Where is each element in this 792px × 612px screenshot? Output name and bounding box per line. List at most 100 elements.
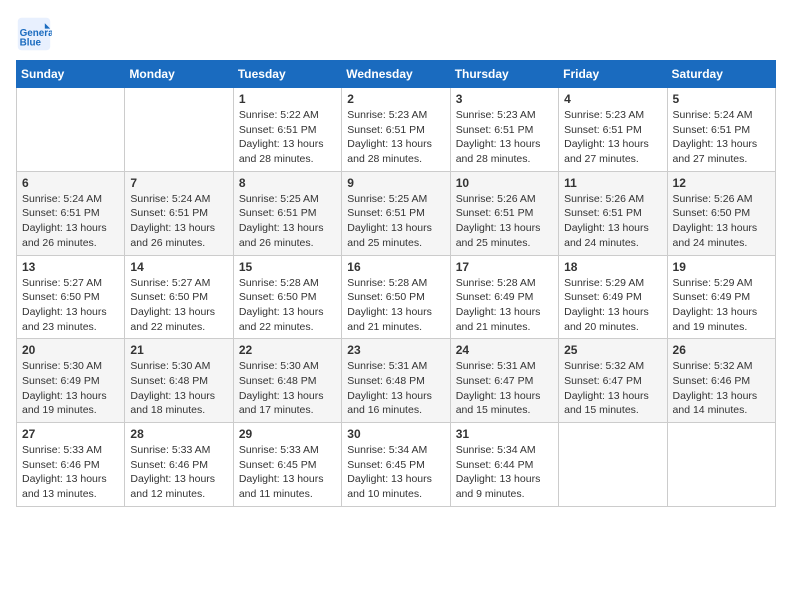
calendar-cell: 3 Sunrise: 5:23 AMSunset: 6:51 PMDaylight… [450,88,558,172]
day-number: 1 [239,92,336,106]
week-row-4: 20Sunrise: 5:30 AMSunset: 6:49 PMDayligh… [17,339,776,423]
calendar-cell: 9 Sunrise: 5:25 AMSunset: 6:51 PMDaylight… [342,171,450,255]
calendar-cell: 28 Sunrise: 5:33 AMSunset: 6:46 PMDayligh… [125,423,233,507]
day-number: 10 [456,176,553,190]
day-info: Sunrise: 5:26 AMSunset: 6:51 PMDaylight:… [456,192,553,251]
day-number: 4 [564,92,661,106]
calendar-cell: 22Sunrise: 5:30 AMSunset: 6:48 PMDayligh… [233,339,341,423]
calendar-cell: 21 Sunrise: 5:30 AMSunset: 6:48 PMDayligh… [125,339,233,423]
calendar-cell: 29 Sunrise: 5:33 AMSunset: 6:45 PMDayligh… [233,423,341,507]
day-info: Sunrise: 5:25 AMSunset: 6:51 PMDaylight:… [347,192,444,251]
day-number: 18 [564,260,661,274]
day-number: 11 [564,176,661,190]
day-number: 27 [22,427,119,441]
weekday-header-saturday: Saturday [667,61,775,88]
calendar-cell: 14 Sunrise: 5:27 AMSunset: 6:50 PMDayligh… [125,255,233,339]
calendar-cell [17,88,125,172]
day-info: Sunrise: 5:27 AMSunset: 6:50 PMDaylight:… [130,276,227,335]
day-number: 7 [130,176,227,190]
day-info: Sunrise: 5:25 AMSunset: 6:51 PMDaylight:… [239,192,336,251]
day-info: Sunrise: 5:33 AMSunset: 6:46 PMDaylight:… [22,443,119,502]
calendar-cell: 20Sunrise: 5:30 AMSunset: 6:49 PMDayligh… [17,339,125,423]
logo: General Blue [16,16,58,52]
day-info: Sunrise: 5:28 AMSunset: 6:50 PMDaylight:… [239,276,336,335]
day-info: Sunrise: 5:24 AMSunset: 6:51 PMDaylight:… [673,108,770,167]
weekday-header-sunday: Sunday [17,61,125,88]
calendar-cell [559,423,667,507]
day-info: Sunrise: 5:34 AMSunset: 6:44 PMDaylight:… [456,443,553,502]
weekday-header-row: SundayMondayTuesdayWednesdayThursdayFrid… [17,61,776,88]
day-number: 30 [347,427,444,441]
day-info: Sunrise: 5:32 AMSunset: 6:46 PMDaylight:… [673,359,770,418]
day-number: 16 [347,260,444,274]
day-info: Sunrise: 5:33 AMSunset: 6:45 PMDaylight:… [239,443,336,502]
day-number: 25 [564,343,661,357]
day-info: Sunrise: 5:33 AMSunset: 6:46 PMDaylight:… [130,443,227,502]
day-info: Sunrise: 5:29 AMSunset: 6:49 PMDaylight:… [564,276,661,335]
day-number: 8 [239,176,336,190]
calendar-table: SundayMondayTuesdayWednesdayThursdayFrid… [16,60,776,507]
week-row-1: 1 Sunrise: 5:22 AMSunset: 6:51 PMDaylight… [17,88,776,172]
day-info: Sunrise: 5:29 AMSunset: 6:49 PMDaylight:… [673,276,770,335]
day-info: Sunrise: 5:28 AMSunset: 6:49 PMDaylight:… [456,276,553,335]
day-number: 6 [22,176,119,190]
day-info: Sunrise: 5:30 AMSunset: 6:49 PMDaylight:… [22,359,119,418]
day-info: Sunrise: 5:26 AMSunset: 6:50 PMDaylight:… [673,192,770,251]
calendar-cell: 30 Sunrise: 5:34 AMSunset: 6:45 PMDayligh… [342,423,450,507]
calendar-cell: 19Sunrise: 5:29 AMSunset: 6:49 PMDayligh… [667,255,775,339]
day-number: 29 [239,427,336,441]
calendar-cell: 11 Sunrise: 5:26 AMSunset: 6:51 PMDayligh… [559,171,667,255]
calendar-cell: 10 Sunrise: 5:26 AMSunset: 6:51 PMDayligh… [450,171,558,255]
day-info: Sunrise: 5:26 AMSunset: 6:51 PMDaylight:… [564,192,661,251]
week-row-2: 6 Sunrise: 5:24 AMSunset: 6:51 PMDaylight… [17,171,776,255]
week-row-5: 27 Sunrise: 5:33 AMSunset: 6:46 PMDayligh… [17,423,776,507]
day-number: 12 [673,176,770,190]
calendar-cell: 5Sunrise: 5:24 AMSunset: 6:51 PMDaylight… [667,88,775,172]
week-row-3: 13 Sunrise: 5:27 AMSunset: 6:50 PMDayligh… [17,255,776,339]
calendar-cell: 8 Sunrise: 5:25 AMSunset: 6:51 PMDaylight… [233,171,341,255]
calendar-cell: 23 Sunrise: 5:31 AMSunset: 6:48 PMDayligh… [342,339,450,423]
day-number: 9 [347,176,444,190]
calendar-cell: 12 Sunrise: 5:26 AMSunset: 6:50 PMDayligh… [667,171,775,255]
calendar-cell: 1 Sunrise: 5:22 AMSunset: 6:51 PMDaylight… [233,88,341,172]
day-info: Sunrise: 5:23 AMSunset: 6:51 PMDaylight:… [347,108,444,167]
weekday-header-wednesday: Wednesday [342,61,450,88]
calendar-cell: 16 Sunrise: 5:28 AMSunset: 6:50 PMDayligh… [342,255,450,339]
weekday-header-thursday: Thursday [450,61,558,88]
day-info: Sunrise: 5:31 AMSunset: 6:47 PMDaylight:… [456,359,553,418]
day-number: 28 [130,427,227,441]
day-number: 14 [130,260,227,274]
day-info: Sunrise: 5:28 AMSunset: 6:50 PMDaylight:… [347,276,444,335]
day-info: Sunrise: 5:24 AMSunset: 6:51 PMDaylight:… [22,192,119,251]
calendar-cell: 4Sunrise: 5:23 AMSunset: 6:51 PMDaylight… [559,88,667,172]
day-info: Sunrise: 5:32 AMSunset: 6:47 PMDaylight:… [564,359,661,418]
day-number: 31 [456,427,553,441]
day-info: Sunrise: 5:30 AMSunset: 6:48 PMDaylight:… [130,359,227,418]
day-number: 21 [130,343,227,357]
day-info: Sunrise: 5:31 AMSunset: 6:48 PMDaylight:… [347,359,444,418]
calendar-cell: 13 Sunrise: 5:27 AMSunset: 6:50 PMDayligh… [17,255,125,339]
day-number: 26 [673,343,770,357]
day-number: 15 [239,260,336,274]
day-info: Sunrise: 5:34 AMSunset: 6:45 PMDaylight:… [347,443,444,502]
day-number: 13 [22,260,119,274]
day-number: 17 [456,260,553,274]
day-number: 3 [456,92,553,106]
calendar-cell: 6 Sunrise: 5:24 AMSunset: 6:51 PMDaylight… [17,171,125,255]
day-info: Sunrise: 5:24 AMSunset: 6:51 PMDaylight:… [130,192,227,251]
day-number: 23 [347,343,444,357]
page-header: General Blue [16,16,776,52]
day-number: 2 [347,92,444,106]
weekday-header-tuesday: Tuesday [233,61,341,88]
day-info: Sunrise: 5:30 AMSunset: 6:48 PMDaylight:… [239,359,336,418]
calendar-cell: 31 Sunrise: 5:34 AMSunset: 6:44 PMDayligh… [450,423,558,507]
day-info: Sunrise: 5:27 AMSunset: 6:50 PMDaylight:… [22,276,119,335]
day-info: Sunrise: 5:23 AMSunset: 6:51 PMDaylight:… [456,108,553,167]
logo-icon: General Blue [16,16,52,52]
day-info: Sunrise: 5:22 AMSunset: 6:51 PMDaylight:… [239,108,336,167]
calendar-cell: 26 Sunrise: 5:32 AMSunset: 6:46 PMDayligh… [667,339,775,423]
calendar-cell: 17 Sunrise: 5:28 AMSunset: 6:49 PMDayligh… [450,255,558,339]
calendar-cell [125,88,233,172]
calendar-cell: 18 Sunrise: 5:29 AMSunset: 6:49 PMDayligh… [559,255,667,339]
calendar-cell: 24Sunrise: 5:31 AMSunset: 6:47 PMDayligh… [450,339,558,423]
